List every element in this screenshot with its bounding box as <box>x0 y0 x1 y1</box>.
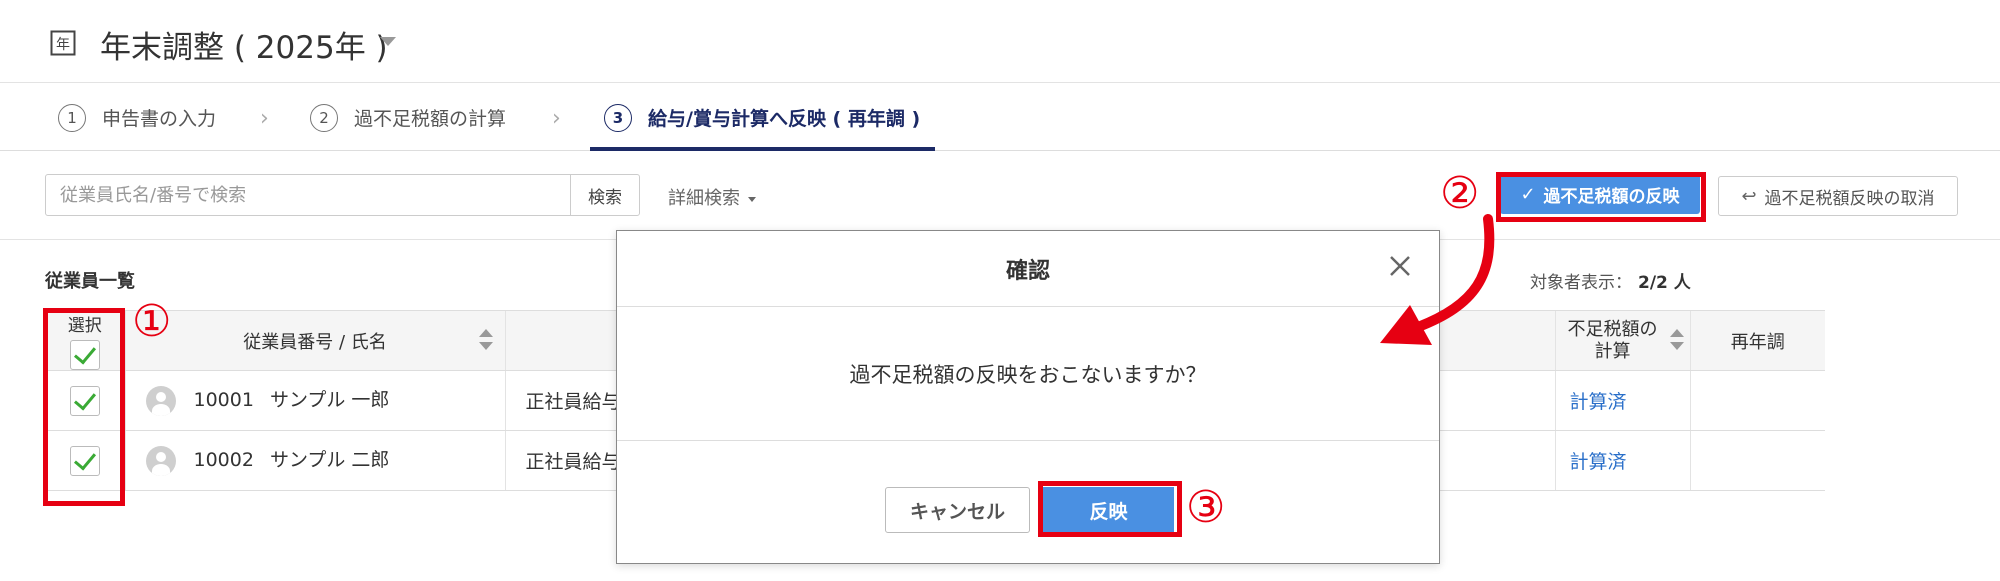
select-header-label: 選択 <box>67 316 102 336</box>
avatar-icon <box>145 385 176 416</box>
calendar-glyph: 年 <box>56 37 70 53</box>
name-column-header[interactable]: 従業員番号 / 氏名 <box>124 310 505 371</box>
calc-status-link[interactable]: 計算済 <box>1554 430 1690 491</box>
select-cell <box>45 430 125 491</box>
row-checkbox[interactable] <box>69 385 100 416</box>
annotation-number-1: ① <box>132 296 172 347</box>
chevron-right-icon: › <box>552 106 561 131</box>
reflect-button[interactable]: ✓ 過不足税額の反映 <box>1500 174 1700 214</box>
cancel-reflect-button[interactable]: ↩ 過不足税額反映の取消 <box>1718 176 1958 216</box>
employee-name[interactable]: サンプル 二郎 <box>270 449 389 471</box>
calc-header-line2: 計算 <box>1594 340 1631 362</box>
row-checkbox[interactable] <box>69 445 100 476</box>
step-navigation: 1 申告書の入力 › 2 過不足税額の計算 › 3 給与/賞与計算へ反映 ( 再… <box>0 84 2000 151</box>
employee-name[interactable]: サンプル 一郎 <box>270 389 389 411</box>
dialog-message: 過不足税額の反映をおこないますか？ <box>617 308 1439 441</box>
undo-icon: ↩ <box>1741 185 1757 207</box>
cancel-reflect-label: 過不足税額反映の取消 <box>1764 188 1935 209</box>
step-label: 申告書の入力 <box>102 108 217 130</box>
step-label: 過不足税額の計算 <box>354 108 507 130</box>
reflect-button-label: 過不足税額の反映 <box>1543 186 1680 207</box>
target-count-value: 2/2 人 <box>1638 273 1691 293</box>
step-input[interactable]: 1 申告書の入力 <box>58 84 216 151</box>
search-input[interactable] <box>45 174 571 216</box>
target-count: 対象者表示： 2/2 人 <box>1530 268 1691 293</box>
caret-down-icon <box>748 196 756 202</box>
calendar-icon: 年 <box>50 30 76 56</box>
chevron-right-icon: › <box>260 106 269 131</box>
advanced-search-toggle[interactable]: 詳細検索 <box>668 184 756 210</box>
employee-id: 10001 <box>193 389 254 412</box>
active-step-indicator <box>590 147 935 151</box>
sort-icon[interactable] <box>478 329 493 353</box>
step-reflect[interactable]: 3 給与/賞与計算へ反映 ( 再年調 ) <box>604 84 920 151</box>
select-cell <box>45 370 125 431</box>
advanced-search-label: 詳細検索 <box>668 188 740 209</box>
employee-list-title: 従業員一覧 <box>45 271 135 292</box>
name-cell: 10002 サンプル 二郎 <box>124 430 505 491</box>
year-dropdown-caret-icon[interactable] <box>380 37 396 46</box>
target-count-label: 対象者表示： <box>1530 273 1632 293</box>
step-label: 給与/賞与計算へ反映 ( 再年調 ) <box>648 108 921 130</box>
dialog-cancel-button[interactable]: キャンセル <box>885 487 1030 533</box>
confirm-dialog: 確認 過不足税額の反映をおこないますか？ キャンセル 反映 <box>616 230 1440 564</box>
select-column-header: 選択 <box>45 310 125 371</box>
rechk-cell <box>1689 430 1825 491</box>
sort-icon[interactable] <box>1669 329 1684 353</box>
name-cell: 10001 サンプル 一郎 <box>124 370 505 431</box>
dialog-reflect-button[interactable]: 反映 <box>1043 487 1174 533</box>
rechk-cell <box>1689 370 1825 431</box>
step-number: 2 <box>310 103 338 132</box>
search-button[interactable]: 検索 <box>570 174 640 216</box>
page-header: 年 年末調整 ( 2025年 ) <box>0 0 2000 83</box>
dialog-title: 確認 <box>1005 258 1050 284</box>
toolbar: 検索 詳細検索 ✓ 過不足税額の反映 ↩ 過不足税額反映の取消 <box>0 152 2000 240</box>
page-title: 年末調整 ( 2025年 ) <box>100 30 388 66</box>
avatar-icon <box>145 445 176 476</box>
annotation-number-3: ③ <box>1186 482 1226 533</box>
rechk-column-header: 再年調 <box>1689 310 1825 371</box>
step-number: 3 <box>604 103 632 132</box>
select-all-checkbox[interactable] <box>69 340 100 370</box>
step-calc[interactable]: 2 過不足税額の計算 <box>310 84 506 151</box>
name-header-label: 従業員番号 / 氏名 <box>243 331 387 353</box>
calc-column-header[interactable]: 不足税額の 計算 <box>1554 310 1690 371</box>
step-number: 1 <box>58 103 86 132</box>
employee-id: 10002 <box>193 449 254 472</box>
annotation-arrow-icon <box>1380 214 1495 345</box>
calc-status-link[interactable]: 計算済 <box>1554 370 1690 431</box>
check-icon: ✓ <box>1520 183 1536 205</box>
dialog-header: 確認 <box>617 231 1439 307</box>
calc-header-line1: 不足税額の <box>1567 318 1658 340</box>
